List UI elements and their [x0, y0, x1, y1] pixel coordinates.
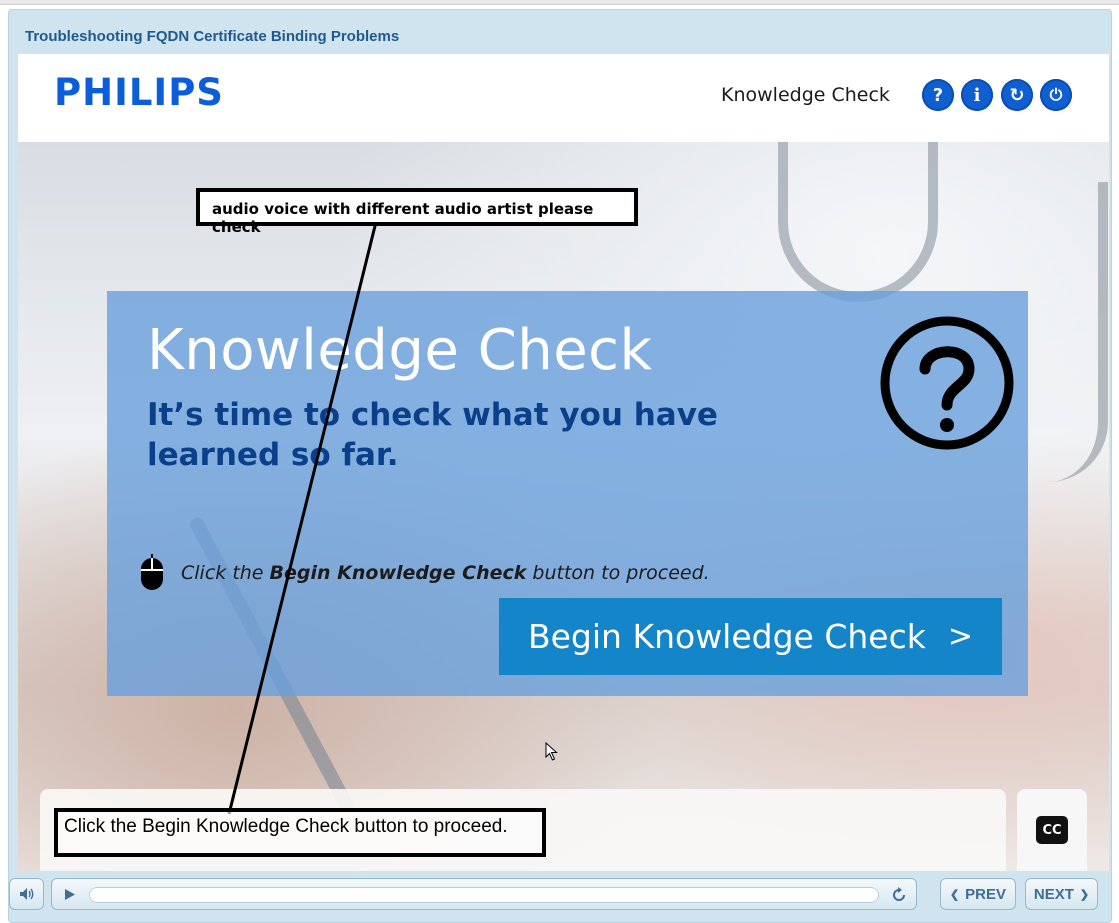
instruction-row: Click the Begin Knowledge Check button t…: [139, 553, 710, 593]
philips-logo: PHILIPS: [54, 71, 224, 114]
window-top-edge: [0, 0, 1119, 5]
stethoscope-tube-image: [1018, 182, 1108, 482]
question-mark-icon: [880, 316, 1014, 450]
slide-content: PHILIPS Knowledge Check ? i ↻ ⏻ Knowledg…: [18, 54, 1109, 871]
chevron-right-icon: ❯: [1079, 888, 1090, 901]
info-icon[interactable]: i: [961, 79, 993, 111]
chevron-right-icon: >: [947, 619, 973, 654]
begin-knowledge-check-button[interactable]: Begin Knowledge Check >: [499, 598, 1002, 675]
slide-header: PHILIPS Knowledge Check ? i ↻ ⏻: [18, 54, 1109, 142]
slide-subtitle: It’s time to check what you have learned…: [147, 397, 718, 473]
chevron-left-icon: ❮: [949, 888, 960, 901]
mouse-pointer-icon: [545, 742, 558, 761]
playback-bar: [51, 878, 917, 910]
stethoscope-image: [778, 142, 938, 302]
cc-container: CC: [1017, 789, 1087, 871]
volume-button[interactable]: [9, 878, 44, 910]
header-title: Knowledge Check: [721, 84, 890, 106]
prev-label: PREV: [965, 885, 1007, 903]
prev-button[interactable]: ❮ PREV: [940, 878, 1016, 910]
annotation-caption-box: Click the Begin Knowledge Check button t…: [54, 808, 546, 857]
next-button[interactable]: NEXT ❯: [1025, 878, 1098, 910]
help-icon[interactable]: ?: [922, 79, 954, 111]
mouse-icon: [141, 554, 163, 590]
closed-captions-button[interactable]: CC: [1036, 816, 1068, 844]
speaker-icon: [19, 888, 33, 900]
restart-icon[interactable]: ↻: [1001, 79, 1033, 111]
instruction-bold: Begin Knowledge Check: [269, 562, 527, 584]
knowledge-check-card: Knowledge Check It’s time to check what …: [107, 291, 1028, 696]
annotation-note-top: audio voice with different audio artist …: [196, 188, 638, 236]
instruction-text: Click the Begin Knowledge Check button t…: [181, 562, 710, 584]
slide-title: Knowledge Check: [147, 318, 653, 383]
player-controls: ❮ PREV NEXT ❯: [0, 868, 1119, 923]
power-icon[interactable]: ⏻: [1040, 79, 1072, 111]
player-frame: Troubleshooting FQDN Certificate Binding…: [8, 9, 1112, 923]
progress-slider[interactable]: [89, 887, 879, 903]
play-icon[interactable]: [64, 888, 76, 901]
replay-icon[interactable]: [890, 886, 908, 904]
hero-background: Knowledge Check It’s time to check what …: [18, 142, 1109, 871]
course-title: Troubleshooting FQDN Certificate Binding…: [25, 28, 400, 45]
next-label: NEXT: [1033, 885, 1074, 903]
begin-button-label: Begin Knowledge Check: [527, 617, 926, 656]
